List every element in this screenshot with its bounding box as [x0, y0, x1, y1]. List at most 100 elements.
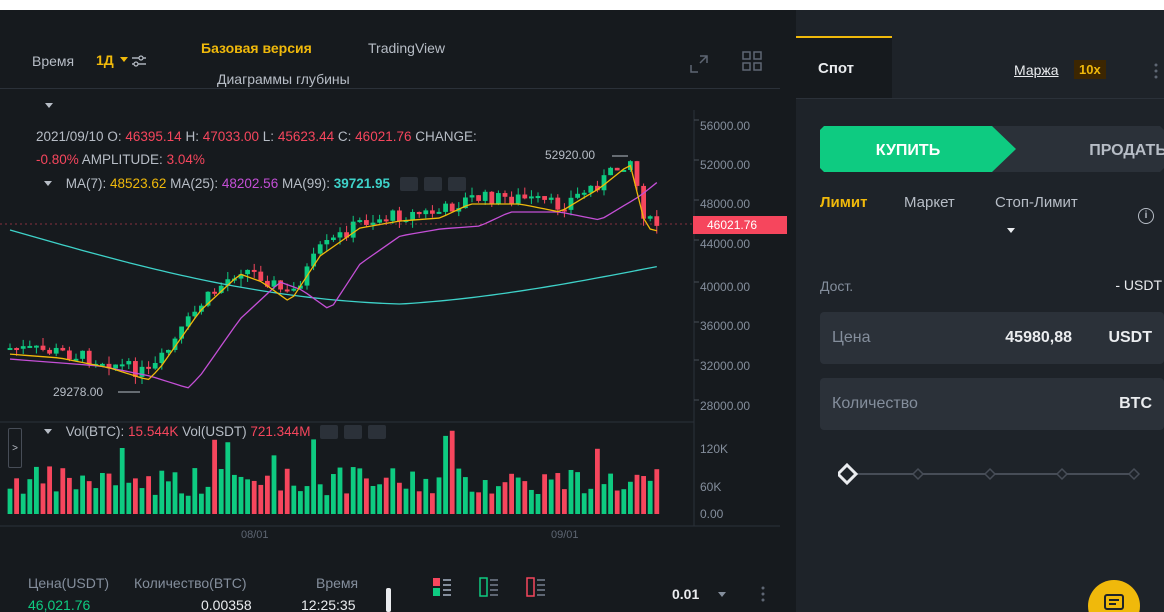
slider-step-75[interactable]	[1055, 467, 1069, 481]
slider-handle[interactable]	[838, 462, 859, 486]
volume-bar	[489, 493, 495, 514]
volume-bar	[159, 470, 165, 514]
volume-bar	[476, 492, 481, 514]
orderbook-more-icon[interactable]	[761, 585, 765, 603]
volume-bar	[225, 442, 231, 514]
ma-collapse-caret-icon[interactable]	[44, 181, 52, 187]
tab-basic-version[interactable]: Базовая версия	[201, 40, 312, 56]
volume-bar	[93, 488, 99, 514]
price-field[interactable]: Цена 45980,88 USDT	[820, 312, 1164, 364]
order-type-limit[interactable]: Лимит	[820, 194, 867, 211]
candle	[588, 185, 594, 193]
candle	[291, 288, 297, 291]
slider-step-50[interactable]	[983, 467, 997, 481]
candle	[529, 196, 534, 199]
candle	[20, 346, 26, 349]
ma-close-icon[interactable]	[447, 177, 466, 192]
buy-button[interactable]: КУПИТЬ	[820, 126, 1016, 172]
volume-bar	[654, 469, 660, 514]
volume-bar	[634, 474, 640, 514]
orderbook-scrollbar[interactable]	[386, 588, 391, 612]
candle	[522, 194, 528, 199]
sell-button[interactable]: ПРОДАТЬ	[992, 126, 1164, 172]
volume-bar	[641, 476, 646, 514]
price-axis-label: 52000.00	[700, 158, 751, 172]
ohlc-open: 46395.14	[125, 129, 182, 144]
orderbook-buy-icon[interactable]	[478, 576, 500, 598]
tab-spot-label: Спот	[818, 60, 855, 77]
volume-bar	[205, 486, 211, 514]
settings-sliders-icon[interactable]	[131, 54, 147, 68]
info-icon[interactable]: i	[1138, 208, 1154, 224]
peak-price-label: 52920.00	[545, 148, 596, 162]
candle	[449, 203, 455, 212]
amount-slider[interactable]	[838, 462, 1142, 486]
volume-bar	[172, 472, 178, 514]
volume-bar	[80, 475, 85, 514]
candle	[212, 291, 217, 294]
orderbook-sell-icon[interactable]	[525, 576, 547, 598]
candle	[159, 352, 165, 364]
price-field-value[interactable]: 45980,88	[1005, 329, 1072, 347]
slider-step-100[interactable]	[1127, 467, 1141, 481]
vol-settings-icon[interactable]	[344, 425, 363, 440]
candle	[119, 364, 125, 367]
more-options-icon[interactable]	[1154, 62, 1158, 80]
trade-panel: Спот Маржа 10x ПРОДАТЬ КУПИТЬ Лимит Марк…	[796, 10, 1164, 612]
volume-bar	[14, 478, 19, 514]
ma-legend: MA(7): 48523.62 MA(25): 48202.56 MA(99):…	[44, 176, 466, 192]
candle	[383, 219, 389, 222]
volume-bar	[502, 482, 508, 514]
volume-bar	[60, 468, 66, 514]
ma-settings-icon[interactable]	[423, 177, 442, 192]
tab-spot[interactable]: Спот	[796, 36, 892, 98]
volume-bar	[390, 468, 396, 514]
candle	[7, 348, 13, 351]
vol-close-icon[interactable]	[368, 425, 387, 440]
volume-bar	[133, 478, 138, 514]
candle	[47, 349, 52, 354]
ma-visibility-icon[interactable]	[399, 177, 418, 192]
order-type-stop-limit[interactable]: Стоп-Лимит	[995, 194, 1078, 211]
order-type-market[interactable]: Маркет	[904, 194, 955, 211]
volume-bar	[463, 477, 468, 514]
expand-panel-button[interactable]: >	[8, 428, 22, 468]
volume-bar	[628, 481, 633, 514]
candle	[40, 345, 46, 350]
orderbook-both-icon[interactable]	[431, 576, 453, 598]
candle	[430, 210, 435, 214]
volume-bar	[34, 466, 39, 514]
layout-grid-icon[interactable]	[741, 50, 763, 72]
volume-bar	[304, 486, 310, 514]
vol-collapse-caret-icon[interactable]	[44, 429, 52, 435]
candle	[357, 220, 363, 223]
trade-time: 12:25:35	[301, 597, 356, 612]
price-axis-label: 40000.00	[700, 280, 751, 294]
stop-limit-caret-icon[interactable]	[1007, 228, 1015, 233]
precision-selector[interactable]: 0.01	[672, 586, 699, 602]
tab-margin[interactable]: Маржа	[1014, 62, 1059, 78]
volume-bar	[232, 474, 237, 514]
collapse-caret-icon[interactable]	[45, 103, 53, 109]
volume-bar	[185, 495, 191, 514]
trade-price: 46,021.76	[28, 597, 91, 612]
tab-depth-chart[interactable]: Диаграммы глубины	[217, 71, 350, 87]
volume-bar	[106, 473, 112, 514]
price-field-unit: USDT	[1108, 329, 1152, 346]
col-qty-header: Количество(BTC)	[134, 575, 247, 591]
interval-caret-icon[interactable]	[120, 57, 128, 63]
chat-button[interactable]	[1088, 580, 1140, 612]
interval-selector[interactable]: 1Д	[96, 52, 114, 68]
volume-bar	[27, 479, 33, 514]
candle	[397, 210, 402, 222]
precision-caret-icon[interactable]	[718, 592, 726, 598]
candle	[416, 211, 422, 215]
volume-bar	[53, 491, 59, 514]
quantity-field[interactable]: Количество BTC	[820, 378, 1164, 430]
candle	[575, 193, 580, 198]
chat-icon	[1104, 594, 1124, 610]
fullscreen-icon[interactable]	[688, 53, 710, 75]
tab-tradingview[interactable]: TradingView	[368, 40, 445, 56]
vol-visibility-icon[interactable]	[320, 425, 339, 440]
slider-step-25[interactable]	[911, 467, 925, 481]
